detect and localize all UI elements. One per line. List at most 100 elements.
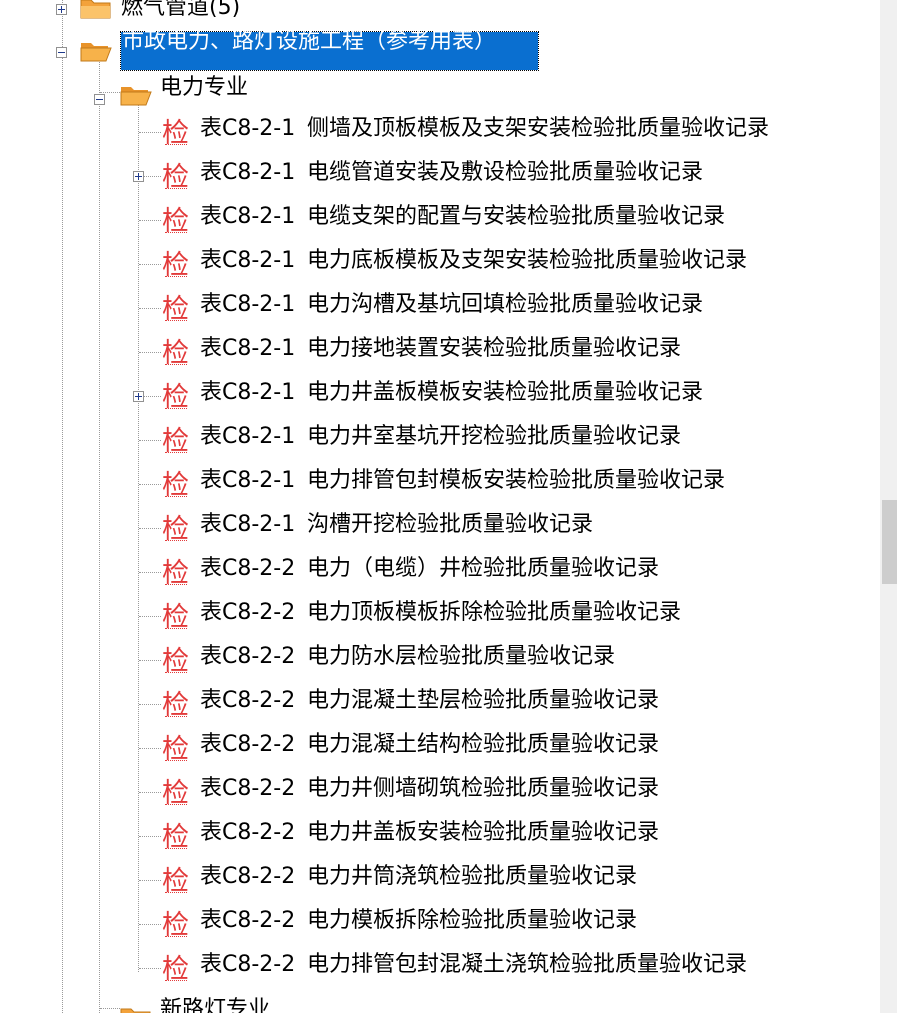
tree-item[interactable]: 检表C8-2-1 侧墙及顶板模板及支架安装检验批质量验收记录 <box>0 112 880 152</box>
tree-connector <box>100 1008 120 1009</box>
folder-open-icon <box>120 87 152 106</box>
tree-item[interactable]: 检表C8-2-1 电缆管道安装及敷设检验批质量验收记录 <box>0 156 880 196</box>
folder-icon <box>80 0 111 19</box>
tree-node-gas-pipeline[interactable]: 燃气管道(5) <box>0 0 880 28</box>
inspection-record-icon: 检 <box>162 910 192 942</box>
tree-item[interactable]: 检表C8-2-2 电力模板拆除检验批质量验收记录 <box>0 904 880 944</box>
inspection-record-icon: 检 <box>162 778 192 810</box>
tree-item[interactable]: 检表C8-2-1 电缆支架的配置与安装检验批质量验收记录 <box>0 200 880 240</box>
inspection-record-icon: 检 <box>162 426 192 458</box>
tree-item[interactable]: 检表C8-2-1 电力底板模板及支架安装检验批质量验收记录 <box>0 244 880 284</box>
item-name: 电力（电缆）井检验批质量验收记录 <box>307 556 660 581</box>
inspection-record-icon: 检 <box>162 558 192 590</box>
item-name: 电力排管包封混凝土浇筑检验批质量验收记录 <box>307 952 748 977</box>
item-code: 表C8-2-1 <box>200 248 296 273</box>
tree-item[interactable]: 检表C8-2-2 电力井侧墙砌筑检验批质量验收记录 <box>0 772 880 812</box>
item-name: 电力井室基坑开挖检验批质量验收记录 <box>307 424 682 449</box>
item-name: 电力顶板模板拆除检验批质量验收记录 <box>307 600 682 625</box>
inspection-record-icon: 检 <box>162 690 192 722</box>
item-code: 表C8-2-1 <box>200 380 296 405</box>
item-code: 表C8-2-2 <box>200 864 296 889</box>
tree-node-new-streetlight[interactable]: 新路灯专业 <box>0 988 880 1013</box>
item-code: 表C8-2-1 <box>200 292 296 317</box>
tree-item[interactable]: 检表C8-2-2 电力井盖板安装检验批质量验收记录 <box>0 816 880 856</box>
tree-connector <box>139 616 161 617</box>
tree-item[interactable]: 检表C8-2-2 电力混凝土结构检验批质量验收记录 <box>0 728 880 768</box>
tree-connector <box>139 880 161 881</box>
item-name: 电力沟槽及基坑回填检验批质量验收记录 <box>307 292 704 317</box>
tree-node-power-specialty[interactable]: 电力专业 <box>0 72 880 112</box>
tree-connector <box>139 792 161 793</box>
item-code: 表C8-2-2 <box>200 556 296 581</box>
tree-connector <box>139 572 161 573</box>
tree-item[interactable]: 检表C8-2-2 电力排管包封混凝土浇筑检验批质量验收记录 <box>0 948 880 988</box>
expand-icon[interactable] <box>133 391 144 402</box>
inspection-record-icon: 检 <box>162 250 192 282</box>
item-name: 电力排管包封模板安装检验批质量验收记录 <box>307 468 726 493</box>
tree-node-label: 新路灯专业 <box>160 997 271 1013</box>
inspection-record-icon: 检 <box>162 646 192 678</box>
tree-connector <box>100 92 120 93</box>
item-name: 电力井盖板安装检验批质量验收记录 <box>307 820 660 845</box>
item-name: 电缆支架的配置与安装检验批质量验收记录 <box>307 204 726 229</box>
item-code: 表C8-2-2 <box>200 732 296 757</box>
tree-item[interactable]: 检表C8-2-2 电力（电缆）井检验批质量验收记录 <box>0 552 880 592</box>
tree-connector <box>139 528 161 529</box>
item-code: 表C8-2-1 <box>200 468 296 493</box>
tree-connector <box>139 836 161 837</box>
tree-item[interactable]: 检表C8-2-1 电力井盖板模板安装检验批质量验收记录 <box>0 376 880 416</box>
expand-icon[interactable] <box>133 171 144 182</box>
inspection-record-icon: 检 <box>162 514 192 546</box>
item-code: 表C8-2-2 <box>200 644 296 669</box>
item-name: 电力底板模板及支架安装检验批质量验收记录 <box>307 248 748 273</box>
tree-item[interactable]: 检表C8-2-1 电力接地装置安装检验批质量验收记录 <box>0 332 880 372</box>
tree-node-label: 燃气管道(5) <box>121 0 241 20</box>
tree-connector <box>139 220 161 221</box>
tree-connector <box>139 484 161 485</box>
tree-item[interactable]: 检表C8-2-1 电力沟槽及基坑回填检验批质量验收记录 <box>0 288 880 328</box>
tree-item[interactable]: 检表C8-2-1 电力井室基坑开挖检验批质量验收记录 <box>0 420 880 460</box>
tree-connector <box>139 968 161 969</box>
folder-icon <box>120 1008 151 1013</box>
item-name: 电力模板拆除检验批质量验收记录 <box>307 908 638 933</box>
item-code: 表C8-2-2 <box>200 908 296 933</box>
tree-connector <box>139 308 161 309</box>
collapse-icon[interactable] <box>56 47 67 58</box>
tree-connector <box>139 132 161 133</box>
scrollbar-thumb[interactable] <box>882 500 897 584</box>
tree-view: 燃气管道(5) 市政电力、路灯设施工程（参考用表） 电力专业 检表C8-2-1 侧… <box>0 0 880 1013</box>
tree-connector <box>139 352 161 353</box>
item-name: 电力井盖板模板安装检验批质量验收记录 <box>307 380 704 405</box>
item-code: 表C8-2-2 <box>200 776 296 801</box>
inspection-record-icon: 检 <box>162 822 192 854</box>
tree-item[interactable]: 检表C8-2-2 电力混凝土垫层检验批质量验收记录 <box>0 684 880 724</box>
item-name: 电力接地装置安装检验批质量验收记录 <box>307 336 682 361</box>
tree-connector <box>139 264 161 265</box>
tree-node-label: 市政电力、路灯设施工程（参考用表） <box>122 29 497 54</box>
item-code: 表C8-2-1 <box>200 116 296 141</box>
inspection-record-icon: 检 <box>162 338 192 370</box>
item-name: 电力井侧墙砌筑检验批质量验收记录 <box>307 776 660 801</box>
folder-open-icon <box>80 43 112 62</box>
inspection-record-icon: 检 <box>162 206 192 238</box>
item-name: 电力混凝土结构检验批质量验收记录 <box>307 732 660 757</box>
expand-icon[interactable] <box>56 4 67 15</box>
tree-item[interactable]: 检表C8-2-1 沟槽开挖检验批质量验收记录 <box>0 508 880 548</box>
inspection-record-icon: 检 <box>162 602 192 634</box>
tree-item[interactable]: 检表C8-2-2 电力井筒浇筑检验批质量验收记录 <box>0 860 880 900</box>
inspection-record-icon: 检 <box>162 382 192 414</box>
inspection-record-icon: 检 <box>162 118 192 150</box>
item-name: 沟槽开挖检验批质量验收记录 <box>307 512 594 537</box>
tree-connector <box>139 440 161 441</box>
tree-connector <box>139 704 161 705</box>
item-code: 表C8-2-2 <box>200 688 296 713</box>
tree-item[interactable]: 检表C8-2-2 电力防水层检验批质量验收记录 <box>0 640 880 680</box>
inspection-record-icon: 检 <box>162 954 192 986</box>
collapse-icon[interactable] <box>94 94 105 105</box>
tree-item[interactable]: 检表C8-2-2 电力顶板模板拆除检验批质量验收记录 <box>0 596 880 636</box>
item-name: 电缆管道安装及敷设检验批质量验收记录 <box>307 160 704 185</box>
inspection-record-icon: 检 <box>162 470 192 502</box>
item-code: 表C8-2-1 <box>200 424 296 449</box>
tree-node-municipal-power[interactable]: 市政电力、路灯设施工程（参考用表） <box>0 29 880 71</box>
tree-item[interactable]: 检表C8-2-1 电力排管包封模板安装检验批质量验收记录 <box>0 464 880 504</box>
